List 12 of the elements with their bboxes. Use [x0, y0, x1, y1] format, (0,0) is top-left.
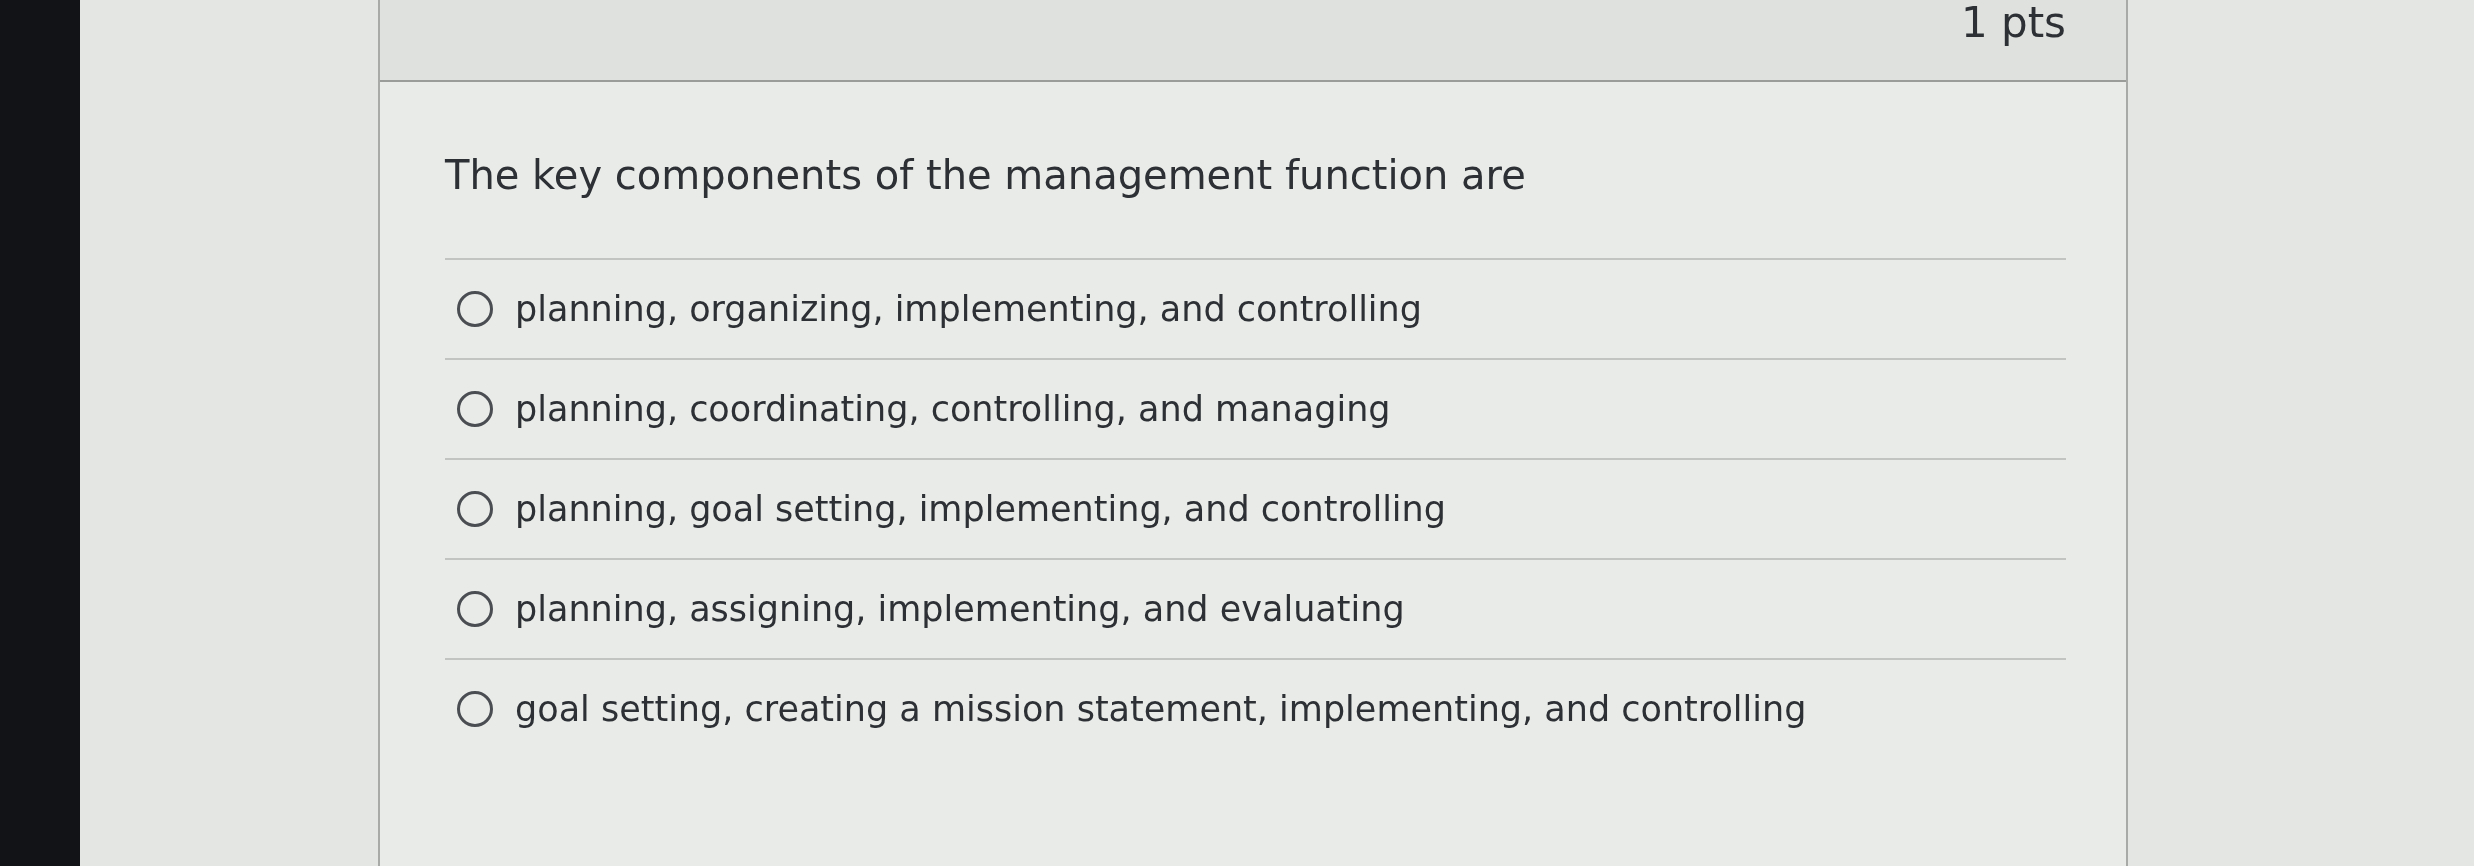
answer-option[interactable]: planning, goal setting, implementing, and controlling: [445, 460, 2066, 560]
answer-option[interactable]: goal setting, creating a mission statement, implementing, and controlling: [445, 660, 2066, 758]
answer-option[interactable]: planning, assigning, implementing, and evaluating: [445, 560, 2066, 660]
points-label: 1 pts: [1960, 0, 2066, 47]
radio-button[interactable]: [457, 691, 493, 727]
radio-button[interactable]: [457, 391, 493, 427]
radio-button[interactable]: [457, 291, 493, 327]
answer-option[interactable]: planning, coordinating, controlling, and managing: [445, 360, 2066, 460]
radio-button[interactable]: [457, 591, 493, 627]
question-text: The key components of the management function are: [445, 152, 2066, 260]
answer-option[interactable]: planning, organizing, implementing, and controlling: [445, 260, 2066, 360]
radio-button[interactable]: [457, 491, 493, 527]
